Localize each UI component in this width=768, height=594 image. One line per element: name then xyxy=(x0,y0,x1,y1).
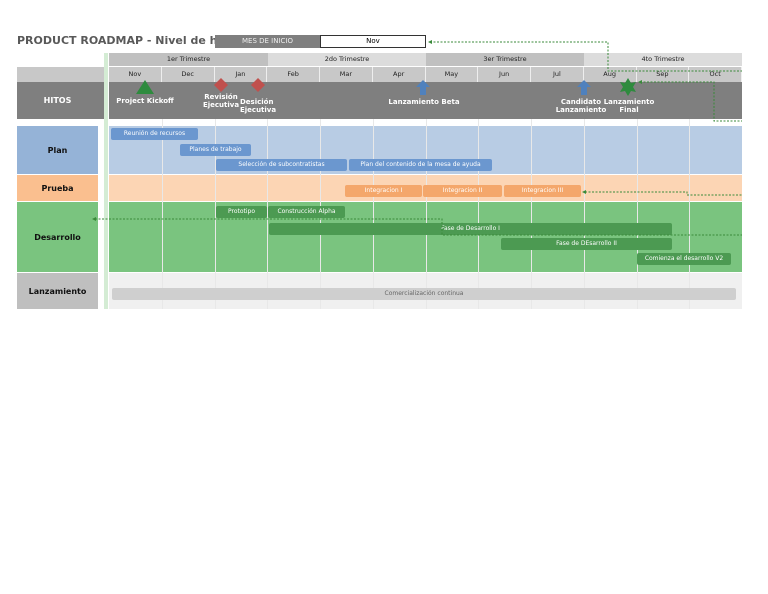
diamond-icon xyxy=(214,78,228,92)
arrow-up-icon xyxy=(577,80,591,95)
milestone-label: Lanzamiento Beta xyxy=(388,98,460,106)
milestone-label: Revisión Ejecutiva xyxy=(202,93,240,109)
diamond-icon xyxy=(251,78,265,92)
milestone-layer xyxy=(92,40,742,236)
milestone-label: Candidato Lanzamiento xyxy=(555,98,607,114)
milestone-label: Project Kickoff xyxy=(116,97,174,105)
arrow-heads xyxy=(92,40,642,221)
milestone-label: Lanzamiento Final xyxy=(603,98,655,114)
connector-lines xyxy=(95,41,742,236)
triangle-icon xyxy=(136,80,154,94)
star-icon xyxy=(620,78,636,96)
milestone-label: Desición Ejecutiva xyxy=(240,98,277,114)
arrow-up-icon xyxy=(416,80,430,95)
